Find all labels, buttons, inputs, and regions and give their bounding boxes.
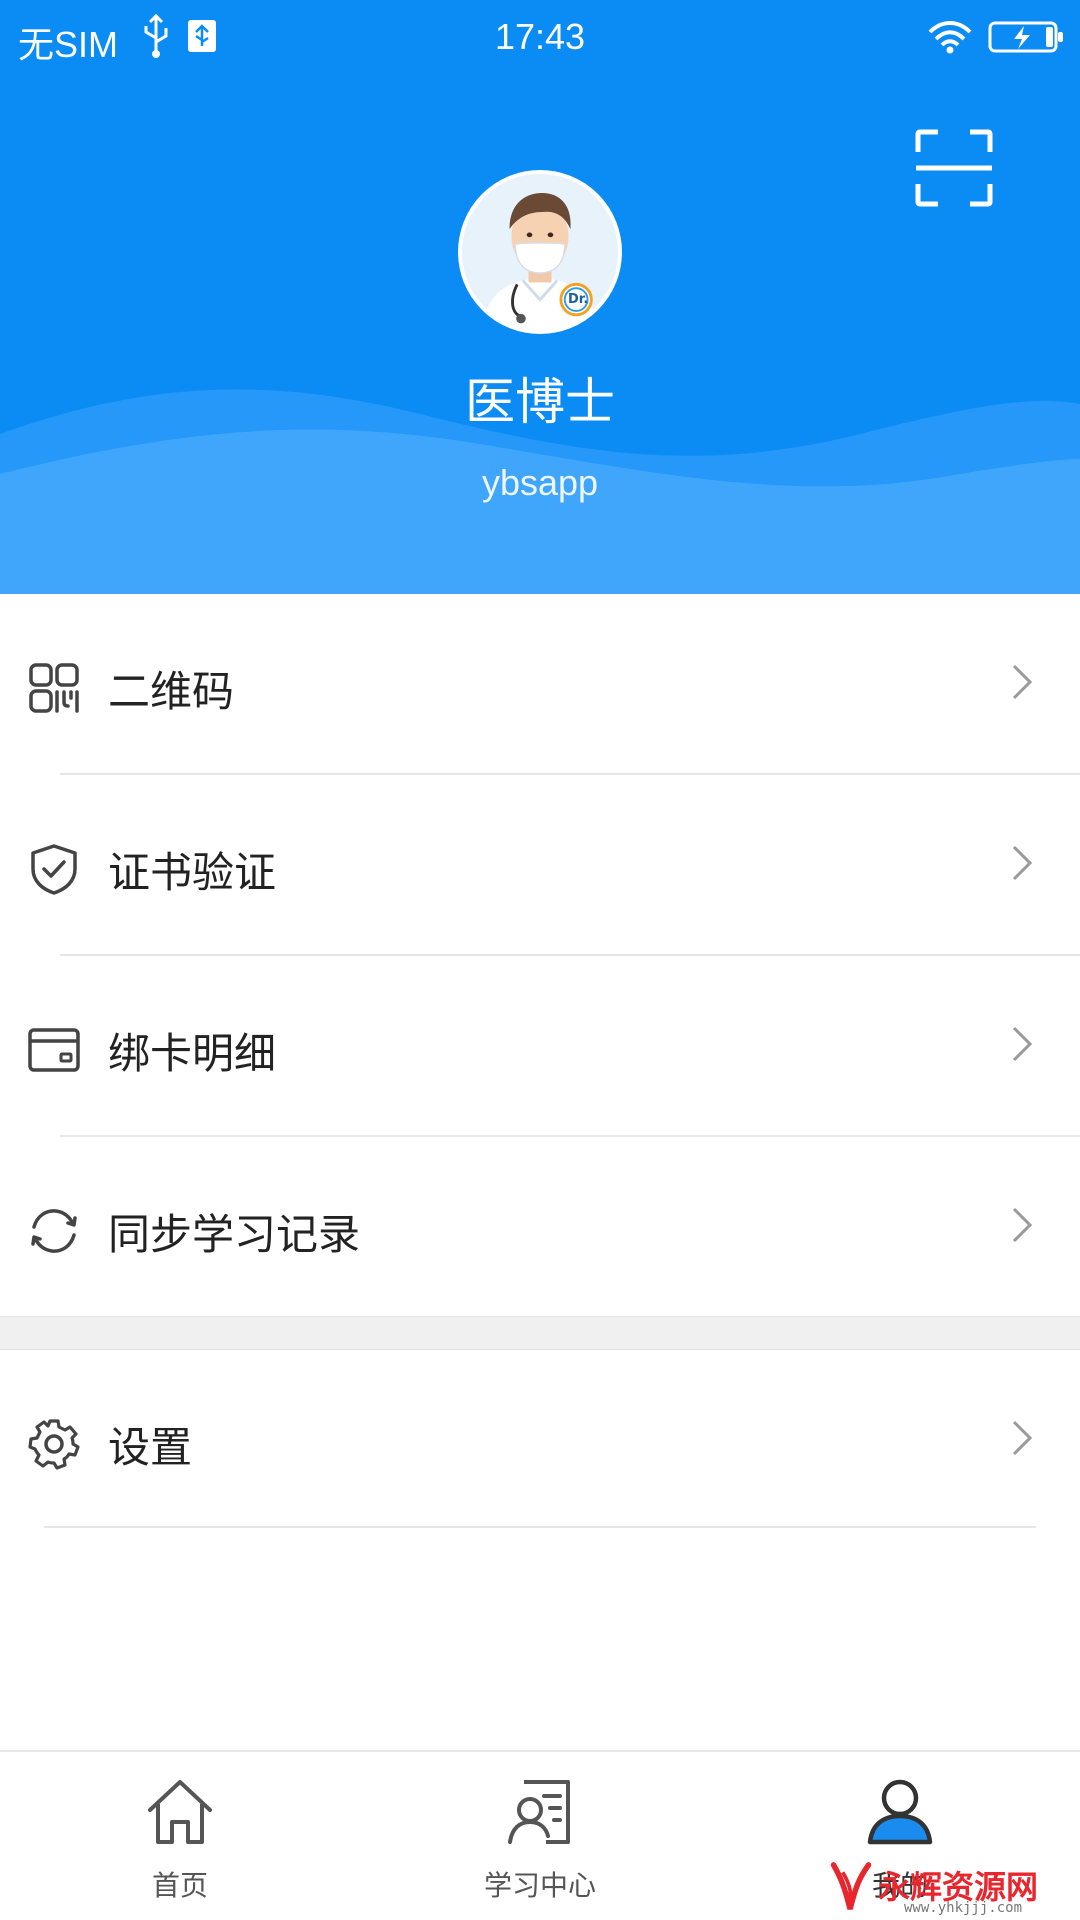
doctor-avatar-image [462, 174, 618, 330]
battery-charging-icon [988, 21, 1063, 53]
study-center-icon [508, 1780, 570, 1844]
menu-item-label: 二维码 [108, 667, 235, 716]
menu-item-sync-records[interactable]: 同步学习记录 [0, 1137, 1080, 1317]
menu-item-label: 设置 [108, 1423, 193, 1472]
wifi-icon [928, 21, 972, 54]
menu-item-label: 同步学习记录 [108, 1210, 361, 1259]
avatar[interactable]: Dr. [458, 170, 622, 334]
card-icon [28, 1028, 80, 1072]
tab-label: 首页 [151, 1869, 208, 1902]
sync-icon [31, 1209, 77, 1253]
watermark-emblem-icon [830, 1862, 872, 1910]
scan-qr-button[interactable] [914, 128, 994, 208]
menu-item-label: 绑卡明细 [108, 1029, 277, 1078]
menu-item-certificate-verify[interactable]: 证书验证 [0, 775, 1080, 955]
watermark-logo: 永辉资源网 www.yhkjjj.com [826, 1856, 1080, 1920]
status-time: 17:43 [494, 16, 586, 57]
profile-icon [867, 1779, 933, 1845]
user-name: 医博士 [465, 373, 615, 431]
menu-item-qr-code[interactable]: 二维码 [0, 594, 1080, 774]
home-icon [148, 1780, 212, 1844]
chevron-right-icon [1012, 1026, 1033, 1062]
chevron-right-icon [1012, 845, 1033, 881]
menu-divider [44, 1526, 1036, 1528]
menu-item-label: 证书验证 [108, 848, 277, 897]
tab-home[interactable]: 首页 [0, 1752, 360, 1920]
tab-study-center[interactable]: 学习中心 [360, 1752, 720, 1920]
watermark-url: www.yhkjjj.com [904, 1900, 1023, 1916]
gear-icon [28, 1419, 80, 1470]
chevron-right-icon [1012, 1420, 1033, 1456]
profile-header: 无SIM 17:43 Dr. 医博士 ybsapp [0, 0, 1080, 594]
chevron-right-icon [1012, 1207, 1033, 1243]
chevron-right-icon [1012, 664, 1033, 700]
status-bar: 无SIM 17:43 [0, 0, 1080, 76]
avatar-badge-text: Dr. [568, 292, 589, 307]
menu-item-settings[interactable]: 设置 [0, 1350, 1080, 1530]
shield-check-icon [31, 844, 77, 895]
user-id: ybsapp [481, 462, 599, 503]
qr-code-icon [29, 663, 79, 713]
menu-item-card-details[interactable]: 绑卡明细 [0, 956, 1080, 1136]
section-separator [0, 1316, 1080, 1350]
tab-label: 学习中心 [483, 1869, 596, 1902]
